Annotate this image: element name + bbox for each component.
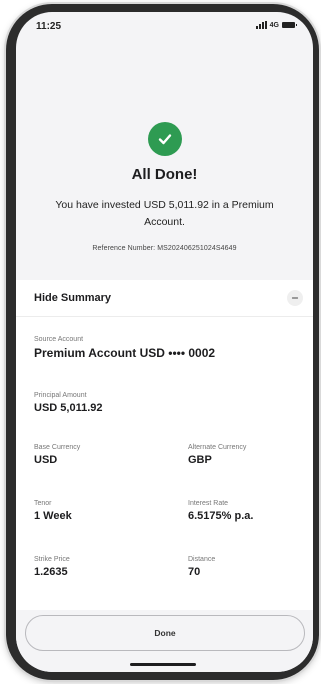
status-bar: 11:25 4G: [16, 12, 313, 42]
principal-amount-field: Principal Amount USD 5,011.92: [34, 392, 103, 414]
interest-rate-value: 6.5175% p.a.: [188, 510, 254, 522]
success-panel: All Done! You have invested USD 5,011.92…: [16, 122, 313, 252]
tenor-value: 1 Week: [34, 510, 72, 522]
principal-amount-label: Principal Amount: [34, 392, 87, 399]
success-message: You have invested USD 5,011.92 in a Prem…: [55, 199, 274, 228]
source-account-label: Source Account: [34, 336, 84, 343]
home-indicator: [130, 663, 196, 666]
principal-amount-value: USD 5,011.92: [34, 402, 103, 414]
collapse-icon[interactable]: [287, 290, 303, 306]
phone-screen: 11:25 4G All Done! You have invested USD…: [16, 12, 313, 672]
summary-toggle[interactable]: Hide Summary: [16, 280, 313, 317]
base-currency-value: USD: [34, 454, 58, 466]
success-title: All Done!: [131, 166, 198, 183]
tenor-label: Tenor: [34, 500, 52, 507]
battery-icon: [282, 22, 297, 28]
distance-label: Distance: [188, 556, 216, 563]
summary-card: Hide Summary Source Account Premium Acco…: [16, 280, 313, 610]
done-button[interactable]: Done: [25, 615, 305, 651]
strike-price-field: Strike Price 1.2635: [34, 556, 70, 578]
summary-toggle-label: Hide Summary: [34, 292, 112, 304]
base-currency-field: Base Currency USD: [34, 444, 80, 466]
source-account-field: Source Account Premium Account USD •••• …: [34, 336, 215, 360]
source-account-value: Premium Account USD •••• 0002: [34, 346, 216, 360]
alternate-currency-label: Alternate Currency: [188, 444, 247, 451]
signal-icon: [255, 21, 267, 29]
interest-rate-label: Interest Rate: [188, 500, 229, 507]
interest-rate-field: Interest Rate 6.5175% p.a.: [188, 500, 253, 522]
alternate-currency-field: Alternate Currency GBP: [188, 444, 246, 466]
network-type: 4G: [269, 21, 279, 29]
tenor-field: Tenor 1 Week: [34, 500, 72, 522]
base-currency-label: Base Currency: [34, 444, 81, 451]
distance-field: Distance 70: [188, 556, 215, 578]
strike-price-label: Strike Price: [34, 556, 70, 563]
status-time: 11:25: [36, 21, 62, 32]
alternate-currency-value: GBP: [188, 454, 212, 466]
distance-value: 70: [188, 566, 201, 578]
success-check-icon: [147, 122, 182, 156]
strike-price-value: 1.2635: [34, 566, 68, 578]
reference-number: Reference Number: MS202406251024S4649: [92, 245, 237, 252]
status-indicators: 4G: [255, 21, 297, 29]
